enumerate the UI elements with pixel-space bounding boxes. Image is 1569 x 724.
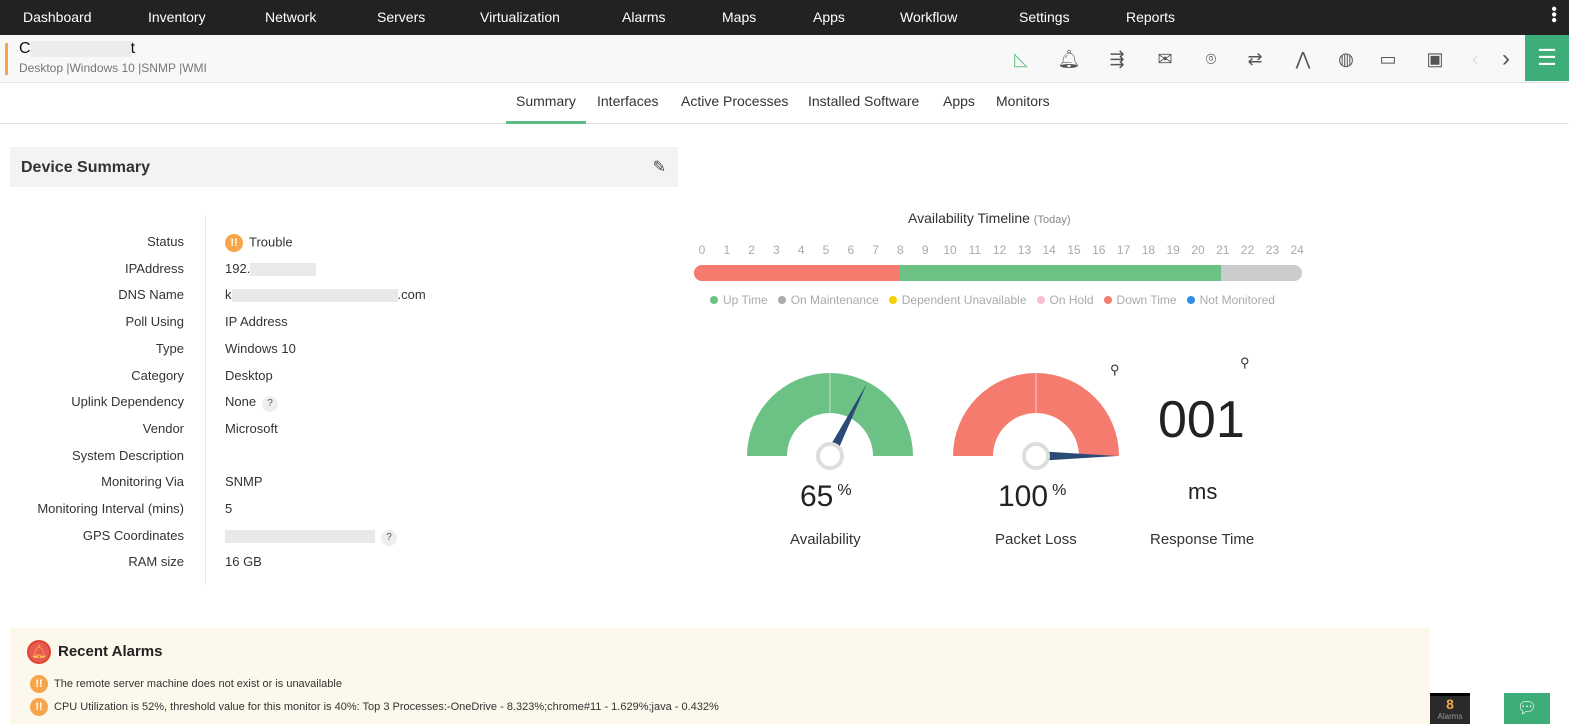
alarm-text: The remote server machine does not exist… [54,677,342,690]
alarm-count: 8 [1446,696,1454,712]
response-time-value: 001 [1158,391,1245,449]
report-icon[interactable]: ⚲ [1240,355,1250,371]
bell-icon: 🔔︎ [27,640,51,664]
packet-loss-number: 100 [998,480,1049,513]
alarm-count-label: Alarms [1437,712,1463,721]
alarm-text: CPU Utilization is 52%, threshold value … [54,700,719,713]
response-time-unit: ms [1188,479,1218,504]
availability-value: 65% [800,480,852,514]
report-icon[interactable]: ⚲ [1110,362,1120,378]
warning-icon: !! [30,675,48,693]
packet-loss-value: 100% [998,480,1066,514]
chat-icon[interactable]: 💬︎ [1504,693,1550,724]
availability-number: 65 [800,480,834,513]
availability-label: Availability [790,531,861,548]
response-time-label: Response Time [1150,531,1255,548]
availability-unit: % [837,482,852,499]
recent-alarms-title: Recent Alarms [58,643,163,660]
packet-loss-unit: % [1052,482,1067,499]
recent-alarms-panel: 🔔︎ Recent Alarms !! The remote server mac… [10,628,1430,724]
alarms-count-badge[interactable]: 8 Alarms [1430,693,1470,724]
alarm-item[interactable]: !! The remote server machine does not exi… [30,675,342,693]
warning-icon: !! [30,698,48,716]
packet-loss-label: Packet Loss [995,531,1077,548]
alarm-item[interactable]: !! CPU Utilization is 52%, threshold valu… [30,698,719,716]
gauge-hub [816,442,844,470]
gauges [747,373,1119,470]
gauge-hub [1022,442,1050,470]
